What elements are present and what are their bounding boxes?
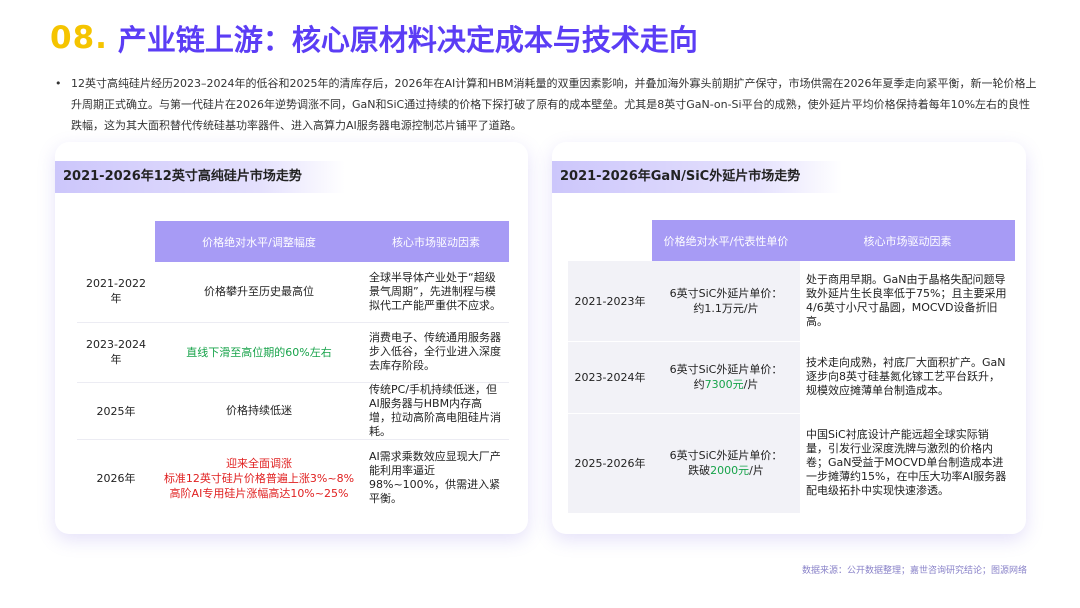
gan-sic-panel-header: 2021-2026年GaN/SiC外延片市场走势 xyxy=(552,161,842,193)
table-row: 2025年 价格持续低迷 传统PC/手机持续低迷，但AI服务器与HBM内存高增，… xyxy=(77,382,509,440)
row-price-prefix: 6英寸SiC外延片单价： xyxy=(669,286,783,300)
row-price-line: 价格攀升至历史最高位 xyxy=(204,285,314,299)
table-row: 2023-2024年 直线下滑至高位期的60%左右 消费电子、传统通用服务器步入… xyxy=(77,322,509,383)
row-price: 直线下滑至高位期的60%左右 xyxy=(155,322,363,383)
intro-text: 12英寸高纯硅片经历2023–2024年的低谷和2025年的清库存后，2026年… xyxy=(71,77,1037,132)
silicon-wafer-table: 价格绝对水平/调整幅度 核心市场驱动因素 2021-2022年 价格攀升至历史最… xyxy=(77,221,509,517)
title-text: 产业链上游：核心原材料决定成本与技术走向 xyxy=(117,23,698,57)
row-year: 2023-2024年 xyxy=(77,322,155,383)
row-year: 2021-2022年 xyxy=(77,262,155,323)
row-price-value: 约7300元/片 xyxy=(693,378,759,391)
row-price: 6英寸SiC外延片单价： 约1.1万元/片 xyxy=(652,261,800,342)
row-year: 2026年 xyxy=(96,472,136,486)
silicon-wafer-panel: 2021-2026年12英寸高纯硅片市场走势 价格绝对水平/调整幅度 核心市场驱… xyxy=(55,142,528,534)
page-title: 08. 产业链上游：核心原材料决定成本与技术走向 xyxy=(50,16,698,60)
row-price: 6英寸SiC外延片单价： 约7300元/片 xyxy=(652,341,800,414)
gan-sic-table: 价格绝对水平/代表性单价 核心市场驱动因素 2021-2023年 6英寸SiC外… xyxy=(568,220,1015,514)
table-header-driver: 核心市场驱动因素 xyxy=(800,220,1015,261)
source-note: 数据来源：公开数据整理；嘉世咨询研究结论；图源网络 xyxy=(801,566,1027,576)
bullet-icon: • xyxy=(55,77,62,90)
row-year: 2025年 xyxy=(77,382,155,440)
table-header-blank xyxy=(77,221,155,262)
table-header-driver: 核心市场驱动因素 xyxy=(363,221,509,262)
row-driver: 技术走向成熟，衬底厂大面积扩产。GaN逐步向8英寸硅基氮化镓工艺平台跃升，规模效… xyxy=(800,341,1015,414)
row-year: 2021-2023年 xyxy=(568,261,652,342)
gan-sic-panel: 2021-2026年GaN/SiC外延片市场走势 价格绝对水平/代表性单价 核心… xyxy=(552,142,1026,534)
table-row: 2021-2023年 6英寸SiC外延片单价： 约1.1万元/片 处于商用早期。… xyxy=(568,261,1015,342)
row-price-line: 标准12英寸硅片价格普遍上涨3%~8% xyxy=(163,471,355,485)
row-price-prefix: 6英寸SiC外延片单价： xyxy=(669,449,783,462)
table-header-row: 价格绝对水平/代表性单价 核心市场驱动因素 xyxy=(568,220,1015,261)
silicon-wafer-panel-header: 2021-2026年12英寸高纯硅片市场走势 xyxy=(55,161,345,193)
row-price: 价格攀升至历史最高位 xyxy=(155,262,363,323)
table-header-blank xyxy=(568,220,652,261)
row-price-value: 约1.1万元/片 xyxy=(693,301,759,315)
row-price-line: 迎来全面调涨 xyxy=(226,456,292,470)
table-header-price: 价格绝对水平/代表性单价 xyxy=(652,220,800,261)
row-price-prefix: 6英寸SiC外延片单价： xyxy=(669,363,783,376)
row-driver: 传统PC/手机持续低迷，但AI服务器与HBM内存高增，拉动高阶高电阻硅片消耗。 xyxy=(363,382,509,440)
row-driver: AI需求乘数效应显现大厂产能利用率逼近98%~100%，供需进入紧平衡。 xyxy=(369,450,501,506)
row-driver: 处于商用早期。GaN由于晶格失配问题导致外延片生长良率低于75%；且主要采用4/… xyxy=(800,261,1015,342)
table-row: 2021-2022年 价格攀升至历史最高位 全球半导体产业处于“超级景气周期”，… xyxy=(77,262,509,323)
row-price-line: 直线下滑至高位期的60%左右 xyxy=(186,345,332,359)
row-price-line: 高阶AI专用硅片涨幅高达10%~25% xyxy=(169,486,349,500)
row-price-value: 跌破2000元/片 xyxy=(688,464,764,477)
row-driver: 全球半导体产业处于“超级景气周期”，先进制程与模拟代工产能严重供不应求。 xyxy=(363,262,509,323)
row-year: 2023-2024年 xyxy=(568,341,652,414)
row-price-line: 价格持续低迷 xyxy=(226,404,292,417)
row-price: 迎来全面调涨 标准12英寸硅片价格普遍上涨3%~8% 高阶AI专用硅片涨幅高达1… xyxy=(155,439,363,517)
table-header-row: 价格绝对水平/调整幅度 核心市场驱动因素 xyxy=(77,221,509,262)
row-year: 2025-2026年 xyxy=(568,413,652,514)
table-header-price: 价格绝对水平/调整幅度 xyxy=(155,221,363,262)
row-driver: 中国SiC衬底设计产能远超全球实际销量，引发行业深度洗牌与激烈的价格内卷；GaN… xyxy=(800,413,1015,514)
title-number: 08. xyxy=(50,20,108,56)
table-row: 2025-2026年 6英寸SiC外延片单价： 跌破2000元/片 中国SiC衬… xyxy=(568,413,1015,514)
row-price: 6英寸SiC外延片单价： 跌破2000元/片 xyxy=(652,413,800,514)
table-row: 2026年 迎来全面调涨 标准12英寸硅片价格普遍上涨3%~8% 高阶AI专用硅… xyxy=(77,439,509,517)
table-row: 2023-2024年 6英寸SiC外延片单价： 约7300元/片 技术走向成熟，… xyxy=(568,341,1015,414)
intro-paragraph: • 12英寸高纯硅片经历2023–2024年的低谷和2025年的清库存后，202… xyxy=(55,73,1040,136)
row-driver: 消费电子、传统通用服务器步入低谷，全行业进入深度去库存阶段。 xyxy=(363,322,509,383)
row-price: 价格持续低迷 xyxy=(155,382,363,440)
